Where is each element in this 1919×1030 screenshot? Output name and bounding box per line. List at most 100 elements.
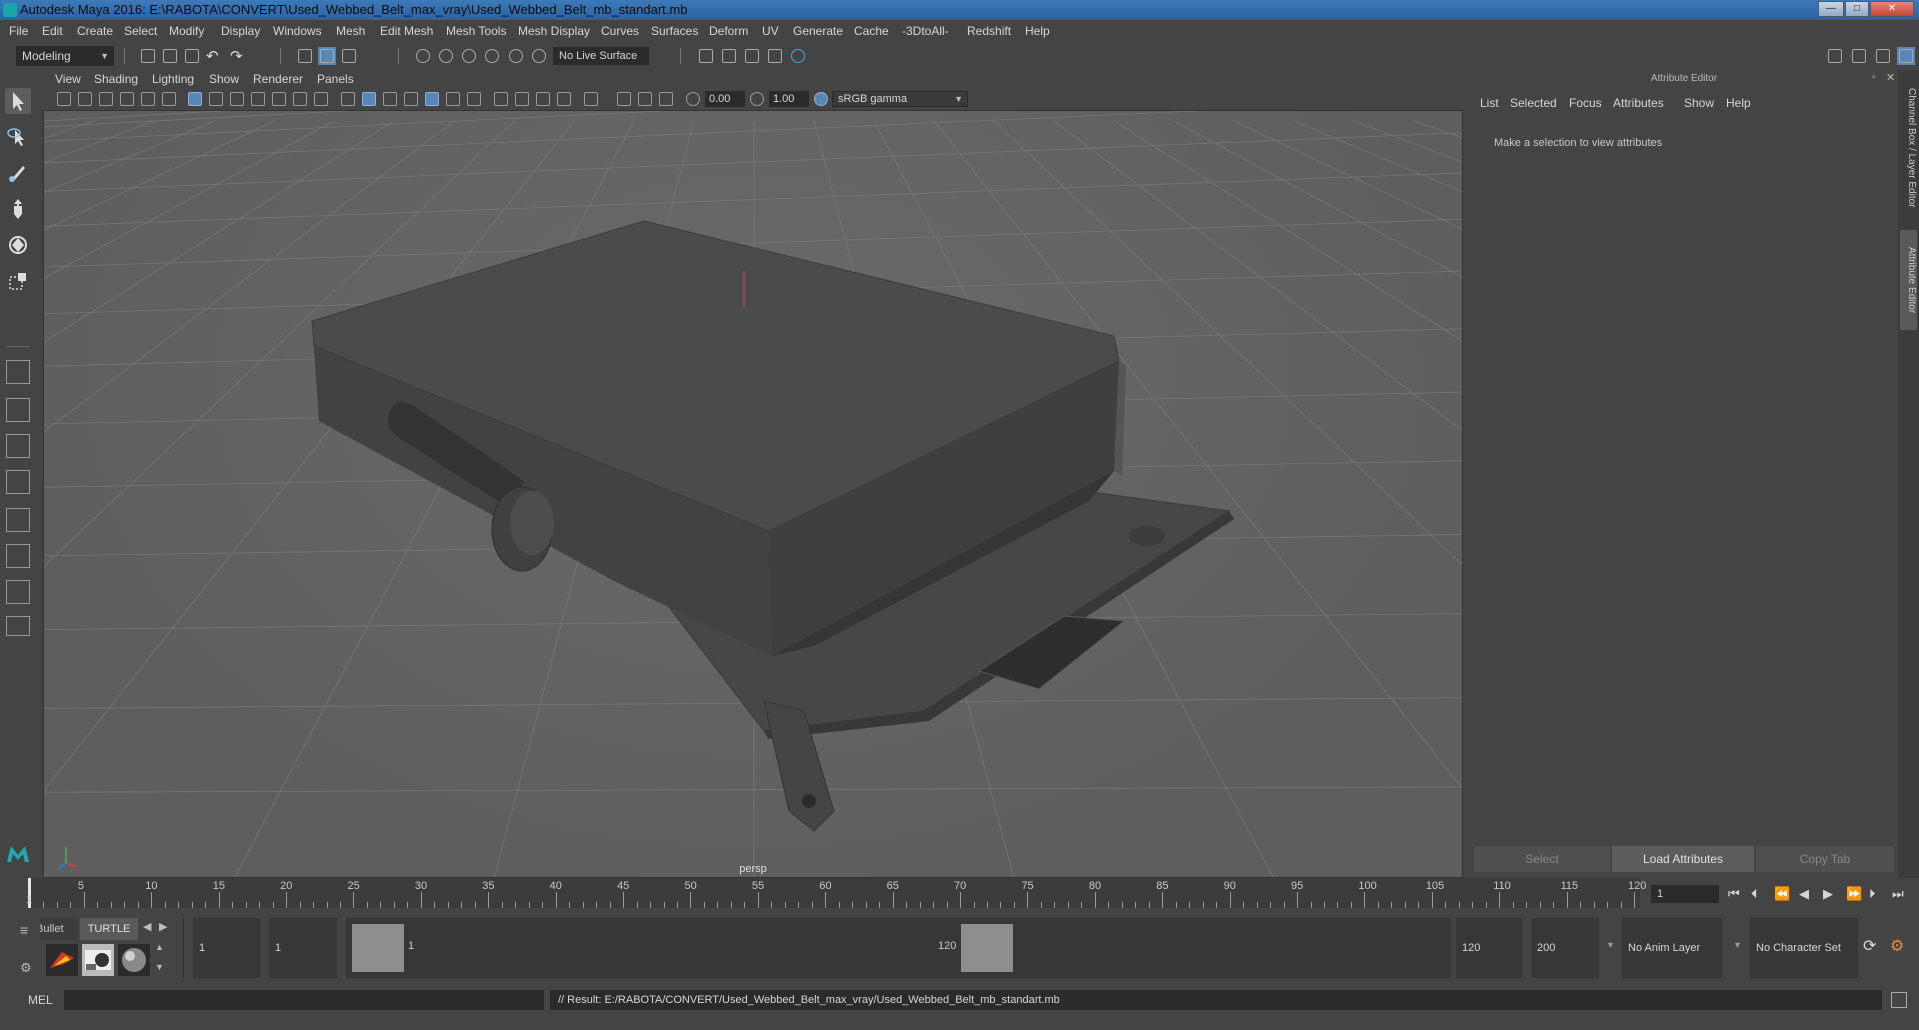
select-by-hierarchy-icon[interactable] (296, 47, 314, 65)
resolution-gate-icon[interactable] (230, 92, 244, 106)
range-slider[interactable]: 1 120 (346, 918, 1451, 978)
shelf-scroll-left-icon[interactable]: ◀ (143, 920, 151, 933)
shelf-down-icon[interactable]: ▼ (155, 962, 164, 972)
menu-surfaces[interactable]: Surfaces (651, 24, 698, 38)
menu-edit-mesh[interactable]: Edit Mesh (380, 24, 433, 38)
menu-generate[interactable]: Generate (793, 24, 843, 38)
exposure-icon[interactable] (686, 92, 700, 106)
vp-menu-shading[interactable]: Shading (94, 72, 138, 86)
snap-live-icon[interactable] (507, 47, 525, 65)
paint-select-tool-icon[interactable] (5, 160, 31, 186)
time-slider-track[interactable]: 5 10 15 20 25 30 35 40 45 50 55 60 65 70 75 80 85 90 95 100… (26, 878, 1646, 908)
channel-box-toggle-icon[interactable] (1897, 47, 1915, 65)
scale-tool-icon[interactable] (5, 268, 31, 294)
menu-uv[interactable]: UV (762, 24, 779, 38)
persp-graph-layout-icon[interactable] (6, 470, 30, 494)
modeling-toolkit-icon[interactable] (1826, 47, 1844, 65)
smooth-shade-icon[interactable] (362, 92, 376, 106)
ae-menu-selected[interactable]: Selected (1510, 96, 1557, 110)
play-backwards-icon[interactable]: ◀ (1799, 886, 1809, 902)
redo-icon[interactable]: ↷ (230, 47, 248, 65)
backface-cull-icon[interactable] (659, 92, 673, 106)
image-plane-icon[interactable] (120, 92, 134, 106)
turtle-shader-sphere-icon[interactable] (118, 944, 150, 976)
shelf-scroll-right-icon[interactable]: ▶ (159, 920, 167, 933)
xray-icon[interactable] (425, 92, 439, 106)
menu-3dtoall[interactable]: -3DtoAll- (902, 24, 949, 38)
vp-menu-show[interactable]: Show (209, 72, 239, 86)
minimize-button[interactable]: — (1818, 1, 1844, 17)
save-scene-icon[interactable] (183, 47, 201, 65)
select-by-object-icon[interactable] (318, 47, 336, 65)
new-scene-icon[interactable] (139, 47, 157, 65)
menu-redshift[interactable]: Redshift (967, 24, 1011, 38)
rotate-tool-icon[interactable] (5, 232, 31, 258)
color-management-icon[interactable] (814, 92, 828, 106)
move-tool-icon[interactable] (5, 196, 31, 222)
shadows-icon[interactable] (467, 92, 481, 106)
playback-end-field[interactable]: 120 (1456, 918, 1522, 978)
range-start-handle[interactable] (352, 924, 404, 972)
go-to-end-icon[interactable]: ⏭ (1892, 886, 1904, 902)
snap-grid-icon[interactable] (414, 47, 432, 65)
command-input[interactable] (64, 990, 544, 1010)
menu-mesh[interactable]: Mesh (336, 24, 365, 38)
single-perspective-layout-icon[interactable] (6, 360, 30, 384)
default-material-icon[interactable] (383, 92, 397, 106)
ae-menu-list[interactable]: List (1480, 96, 1499, 110)
exposure-field[interactable]: 0.00 (705, 91, 745, 107)
wireframe-icon[interactable] (341, 92, 355, 106)
load-attributes-button[interactable]: Load Attributes (1612, 846, 1754, 872)
ae-menu-help[interactable]: Help (1726, 96, 1751, 110)
motion-blur-icon[interactable] (515, 92, 529, 106)
shelf-up-icon[interactable]: ▲ (155, 942, 164, 952)
menu-display[interactable]: Display (221, 24, 260, 38)
wireframe-on-shaded-icon[interactable] (404, 92, 418, 106)
auto-key-icon[interactable]: ⟳ (1863, 936, 1876, 956)
close-button[interactable]: ✕ (1870, 1, 1914, 17)
play-forwards-icon[interactable]: ▶ (1823, 886, 1833, 902)
safe-title-icon[interactable] (314, 92, 328, 106)
uv-layout-icon[interactable] (6, 580, 30, 604)
animation-start-field[interactable]: 1 (193, 918, 261, 978)
shelf-settings-icon[interactable]: ⚙ (20, 960, 32, 976)
range-end-handle[interactable] (961, 924, 1013, 972)
menu-mesh-display[interactable]: Mesh Display (518, 24, 590, 38)
step-back-icon[interactable]: ⏴ (1751, 886, 1758, 902)
maximize-button[interactable]: □ (1845, 1, 1869, 17)
grease-pencil-icon[interactable] (141, 92, 155, 106)
ipr-render-icon[interactable] (743, 47, 761, 65)
menu-file[interactable]: File (9, 24, 28, 38)
multisample-aa-icon[interactable] (536, 92, 550, 106)
menu-select[interactable]: Select (124, 24, 157, 38)
snap-curve-icon[interactable] (437, 47, 455, 65)
character-set-dropdown[interactable]: No Character Set (1750, 918, 1858, 978)
bookmark-icon[interactable] (99, 92, 113, 106)
render-frame-icon[interactable] (720, 47, 738, 65)
menu-create[interactable]: Create (77, 24, 113, 38)
anim-layer-dropdown[interactable]: No Anim Layer (1622, 918, 1722, 978)
custom-layout-icon[interactable] (6, 616, 30, 636)
live-surface-field[interactable]: No Live Surface (553, 47, 649, 65)
vp-menu-renderer[interactable]: Renderer (253, 72, 303, 86)
open-scene-icon[interactable] (161, 47, 179, 65)
attribute-editor-tab[interactable]: Attribute Editor (1900, 230, 1917, 330)
outliner-layout-icon[interactable] (6, 544, 30, 568)
menu-curves[interactable]: Curves (601, 24, 639, 38)
shelf-tab-turtle[interactable]: TURTLE (80, 918, 138, 940)
xray-joints-icon[interactable] (617, 92, 631, 106)
menu-cache[interactable]: Cache (854, 24, 889, 38)
snap-view-plane-icon[interactable] (483, 47, 501, 65)
attribute-editor-toggle-icon[interactable] (1850, 47, 1868, 65)
menu-help[interactable]: Help (1025, 24, 1050, 38)
persp-outliner-layout-icon[interactable] (6, 434, 30, 458)
snap-point-icon[interactable] (460, 47, 478, 65)
field-chart-icon[interactable] (272, 92, 286, 106)
gate-mask-icon[interactable] (251, 92, 265, 106)
isolate-select-icon[interactable] (584, 92, 598, 106)
webbed-belt-model[interactable] (311, 220, 1234, 832)
xray-active-icon[interactable] (638, 92, 652, 106)
playback-start-field[interactable]: 1 (269, 918, 337, 978)
perspective-viewport[interactable]: persp (43, 110, 1463, 878)
use-all-lights-icon[interactable] (446, 92, 460, 106)
